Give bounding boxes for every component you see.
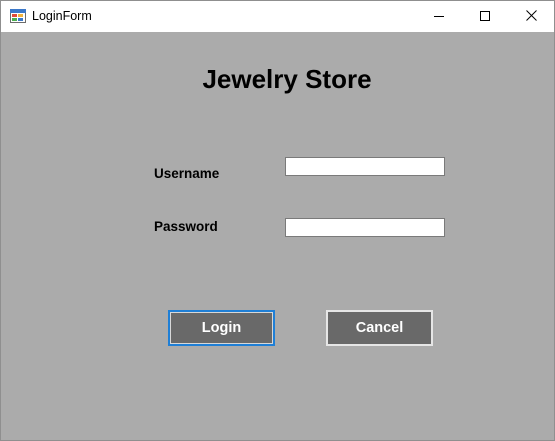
maximize-button[interactable]: [462, 1, 508, 32]
cancel-button[interactable]: Cancel: [326, 310, 433, 346]
login-button-label: Login: [201, 320, 242, 336]
window-title: LoginForm: [32, 9, 92, 23]
password-input[interactable]: [285, 218, 445, 237]
title-bar[interactable]: LoginForm: [1, 1, 554, 32]
store-heading: Jewelry Store: [202, 64, 372, 94]
username-label: Username: [154, 166, 220, 181]
close-button[interactable]: [508, 1, 554, 32]
login-form-window: LoginForm Jewelry Store Username Passwor…: [0, 0, 555, 441]
form-client-area: Jewelry Store Username Password Login Ca…: [1, 32, 554, 440]
close-icon: [525, 8, 537, 26]
cancel-button-label: Cancel: [355, 320, 404, 336]
minimize-icon: [434, 8, 444, 26]
login-button[interactable]: Login: [168, 310, 275, 346]
username-input[interactable]: [285, 157, 445, 176]
maximize-icon: [480, 8, 490, 26]
form-app-icon: [10, 9, 26, 23]
password-label: Password: [154, 219, 218, 234]
minimize-button[interactable]: [416, 1, 462, 32]
